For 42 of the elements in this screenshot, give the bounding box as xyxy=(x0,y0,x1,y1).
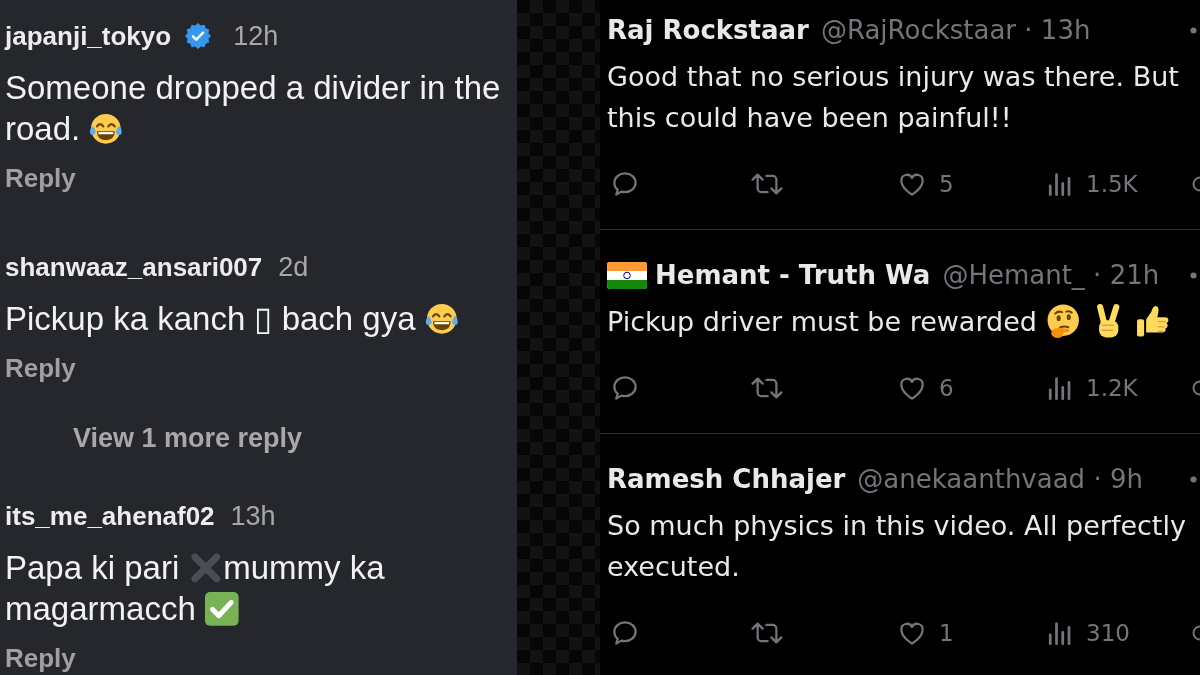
handle-and-time: @anekaanthvaad · 9h xyxy=(857,464,1143,494)
timestamp: 13h xyxy=(230,500,276,532)
display-name: Hemant - Truth Wa xyxy=(655,260,931,290)
check-mark-icon xyxy=(204,590,240,627)
comment-text: Someone dropped a divider in the xyxy=(5,69,501,106)
comment-text: road. xyxy=(5,110,81,147)
dot-icon[interactable] xyxy=(1190,26,1197,34)
ring-icon[interactable] xyxy=(1191,379,1200,397)
speech-bubble-icon xyxy=(610,169,640,199)
timestamp: 12h xyxy=(233,20,279,52)
views-button[interactable]: 310 xyxy=(1044,618,1130,648)
timestamp: 2d xyxy=(278,251,309,283)
speech-bubble-icon xyxy=(610,618,640,648)
views-button[interactable]: 1.5K xyxy=(1044,169,1138,199)
views-button[interactable]: 1.2K xyxy=(1044,373,1138,403)
username: its_me_ahenaf02 xyxy=(5,500,215,532)
like-button[interactable]: 5 xyxy=(897,169,954,199)
like-button[interactable]: 1 xyxy=(897,618,954,648)
comment-text: Pickup ka kanch ▯ bach gya xyxy=(5,300,416,337)
tweet-text: So much physics in this video. All perfectly executed. xyxy=(607,509,1187,584)
like-button[interactable]: 6 xyxy=(897,373,954,403)
ring-icon[interactable] xyxy=(1191,175,1200,193)
handle-and-time: @RajRockstaar · 13h xyxy=(820,15,1091,45)
handle-and-time: @Hemant_ · 21h xyxy=(942,260,1160,290)
tweet-text: Pickup driver must be rewarded xyxy=(607,306,1037,337)
display-name: Raj Rockstaar xyxy=(607,15,809,45)
ring-icon[interactable] xyxy=(1191,624,1200,642)
speech-bubble-icon xyxy=(610,373,640,403)
username: shanwaaz_ansari007 xyxy=(5,251,263,283)
username: japanji_tokyo xyxy=(5,20,172,52)
tweet-text: Good that no serious injury was there. But this could have been painful!! xyxy=(607,60,1180,135)
reply-link[interactable]: Reply xyxy=(5,643,76,674)
reply-link[interactable]: Reply xyxy=(5,163,76,194)
comment-text: mummy ka xyxy=(223,549,385,586)
reply-link[interactable]: Reply xyxy=(5,353,76,384)
comment-text: magarmacch xyxy=(5,590,196,627)
dot-icon[interactable] xyxy=(1190,475,1197,483)
dot-icon[interactable] xyxy=(1190,271,1197,279)
view-replies-link[interactable]: View 1 more reply xyxy=(73,422,303,454)
comment-text: Papa ki pari xyxy=(5,549,180,586)
display-name: Ramesh Chhajer xyxy=(607,464,846,494)
thinking-face-emoji-icon xyxy=(1045,303,1082,340)
